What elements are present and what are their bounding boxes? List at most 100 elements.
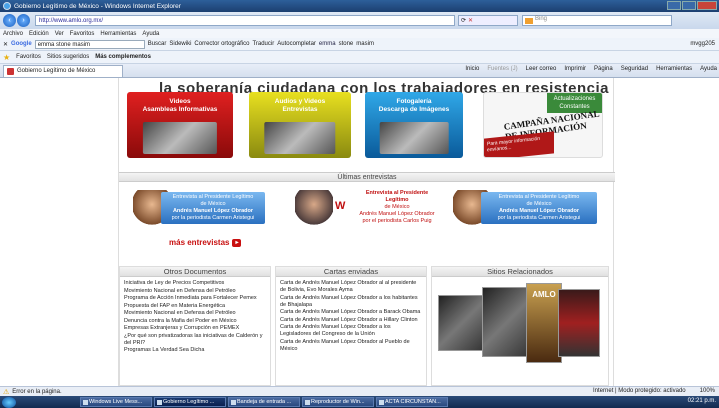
favorites-star-icon[interactable]: ★ [3, 53, 10, 62]
task-media-player[interactable]: Reproductor de Win... [302, 397, 374, 407]
ie-icon [3, 2, 11, 10]
google-toolbar: ✕ Google emma stone masim Buscar Sidewik… [0, 38, 719, 51]
mas-entrevistas-link[interactable]: más entrevistas ▸ [169, 238, 242, 247]
stop-icon[interactable]: ✕ [468, 17, 473, 24]
interview-1-line3: Andrés Manuel López Obrador [172, 208, 254, 214]
corrector-button[interactable]: Corrector ortográfico [194, 41, 249, 47]
videos-banner[interactable]: Videos Asambleas Informativas [127, 92, 233, 158]
term-masim[interactable]: masim [356, 41, 374, 47]
favorites-button[interactable]: Favoritos [16, 54, 41, 60]
sitios-sugeridos-link[interactable]: Sitios sugeridos [47, 54, 89, 60]
carta-link[interactable]: Carta de Andrés Manuel López Obrador a l… [280, 295, 422, 309]
interview-1-line2: de México [200, 201, 226, 207]
doc-link[interactable]: Empresas Extranjeras y Corrupción en PEM… [124, 325, 266, 332]
cmd-fuentes[interactable]: Fuentes (J) [487, 66, 517, 72]
doc-link[interactable]: Programas La Verdad Sea Dicha [124, 347, 266, 354]
interview-1[interactable]: Entrevista al Presidente Legítimo de Méx… [133, 184, 273, 234]
google-close-icon[interactable]: ✕ [3, 41, 8, 48]
tab-gobierno[interactable]: Gobierno Legítimo de México [3, 64, 123, 77]
cmd-imprimir[interactable]: Imprimir [564, 66, 586, 72]
google-search-input[interactable]: emma stone masim [34, 39, 145, 49]
carta-link[interactable]: Carta de Andrés Manuel López Obrador a B… [280, 309, 422, 316]
audios-banner-title: Audios y Videos Entrevistas [274, 98, 326, 113]
amlo-label: AMLO [532, 290, 556, 299]
interview-2-line1: Entrevista al Presidente Legítimo [365, 190, 429, 203]
camera-lens-photo [379, 122, 449, 154]
site-thumb [482, 287, 532, 357]
address-tools[interactable]: ⟳ ✕ [458, 15, 518, 26]
task-acta[interactable]: ACTA CIRCUNSTAN... [376, 397, 448, 407]
menu-herramientas[interactable]: Herramientas [100, 31, 136, 37]
address-input[interactable]: http://www.amlo.org.mx/ [35, 15, 455, 26]
cmd-leer-correo[interactable]: Leer correo [526, 66, 557, 72]
interview-3[interactable]: Entrevista al Presidente Legítimo de Méx… [453, 184, 603, 234]
cmd-herramientas[interactable]: Herramientas [656, 66, 692, 72]
tab-title: Gobierno Legítimo de México [17, 68, 96, 74]
doc-link[interactable]: Movimiento Nacional en Defensa del Petró… [124, 288, 266, 295]
interview-1-box: Entrevista al Presidente Legítimo de Méx… [161, 192, 265, 224]
bing-label: Bing [535, 16, 548, 22]
zone-label[interactable]: Internet | Modo protegido: activado [593, 388, 686, 394]
menu-edicion[interactable]: Edición [29, 31, 49, 37]
related-sites-collage[interactable]: AMLO [438, 281, 600, 371]
menu-archivo[interactable]: Archivo [3, 31, 23, 37]
site-thumb [558, 289, 600, 357]
task-inbox[interactable]: Bandeja de entrada ... [228, 397, 300, 407]
interview-2-portrait [295, 190, 333, 226]
interview-3-line1: Entrevista al Presidente Legítimo [498, 194, 580, 200]
autocompletar-button[interactable]: Autocompletar [277, 41, 316, 47]
zoom-label[interactable]: 100% [700, 388, 715, 394]
cartas-enviadas-title: Cartas enviadas [276, 267, 426, 277]
cmd-pagina[interactable]: Página [594, 66, 613, 72]
status-text[interactable]: Error en la página. [12, 389, 61, 395]
task-messenger[interactable]: Windows Live Mess... [80, 397, 152, 407]
carta-link[interactable]: Carta de Andrés Manuel López Obrador al … [280, 339, 422, 353]
cmd-ayuda[interactable]: Ayuda [700, 66, 717, 72]
otros-documentos-title: Otros Documentos [120, 267, 270, 277]
carta-link[interactable]: Carta de Andrés Manuel López Obrador a H… [280, 317, 422, 324]
google-logo: Google [11, 41, 32, 47]
start-button[interactable] [2, 396, 16, 408]
menu-ver[interactable]: Ver [55, 31, 64, 37]
term-stone[interactable]: stone [339, 41, 354, 47]
interview-2[interactable]: W Entrevista al Presidente Legítimo de M… [295, 184, 445, 234]
traducir-button[interactable]: Traducir [252, 41, 274, 47]
interview-1-line4: por la periodista Carmen Aristegui [171, 215, 255, 221]
doc-link[interactable]: Movimiento Nacional en Defensa del Petró… [124, 310, 266, 317]
status-right: Internet | Modo protegido: activado 100% [593, 388, 715, 394]
sidewiki-button[interactable]: Sidewiki [169, 41, 191, 47]
fotogaleria-banner[interactable]: Fotogalería Descarga de Imágenes [365, 92, 463, 158]
google-account[interactable]: mvgg205 [690, 41, 715, 47]
refresh-icon[interactable]: ⟳ [461, 17, 466, 24]
doc-link[interactable]: Iniciativa de Ley de Precios Competitivo… [124, 280, 266, 287]
task-ie[interactable]: Gobierno Legítimo ... [154, 397, 226, 407]
menu-ayuda[interactable]: Ayuda [142, 31, 159, 37]
cmd-inicio[interactable]: Inicio [465, 66, 479, 72]
cmd-seguridad[interactable]: Seguridad [621, 66, 648, 72]
doc-link[interactable]: Denuncia contra la Mafia del Poder en Mé… [124, 318, 266, 325]
status-bar: ⚠ Error en la página. Internet | Modo pr… [0, 386, 719, 396]
bing-search-input[interactable]: Bing [522, 15, 672, 26]
warning-icon[interactable]: ⚠ [3, 388, 9, 396]
close-button[interactable] [697, 1, 717, 10]
menu-bar: Archivo Edición Ver Favoritos Herramient… [0, 29, 719, 38]
carta-link[interactable]: Carta de Andrés Manuel López Obrador al … [280, 280, 422, 294]
campaign-banner[interactable]: Actualizaciones Constantes CAMPAÑA NACIO… [483, 92, 603, 158]
back-button[interactable]: ‹ [3, 14, 16, 27]
doc-link[interactable]: Propuesta del FAP en Materia Energética [124, 303, 266, 310]
carta-link[interactable]: Carta de Andrés Manuel López Obrador a l… [280, 324, 422, 338]
maximize-button[interactable] [682, 1, 696, 10]
menu-favoritos[interactable]: Favoritos [70, 31, 95, 37]
term-emma[interactable]: emma [319, 41, 336, 47]
favorites-bar: ★ Favoritos Sitios sugeridos Más complem… [0, 51, 719, 64]
forward-button[interactable]: › [17, 14, 30, 27]
clock[interactable]: 02:21 p.m. [688, 398, 716, 404]
minimize-button[interactable] [667, 1, 681, 10]
interview-3-line2: de México [526, 201, 552, 207]
interview-1-line1: Entrevista al Presidente Legítimo [172, 194, 254, 200]
doc-link[interactable]: Programa de Acción Inmediata para Fortal… [124, 295, 266, 302]
mas-complementos-link[interactable]: Más complementos [95, 54, 151, 60]
audios-banner[interactable]: Audios y Videos Entrevistas [249, 92, 351, 158]
google-buscar-button[interactable]: Buscar [148, 41, 167, 47]
doc-link[interactable]: ¿Por qué son privatizadoras las iniciati… [124, 333, 266, 347]
